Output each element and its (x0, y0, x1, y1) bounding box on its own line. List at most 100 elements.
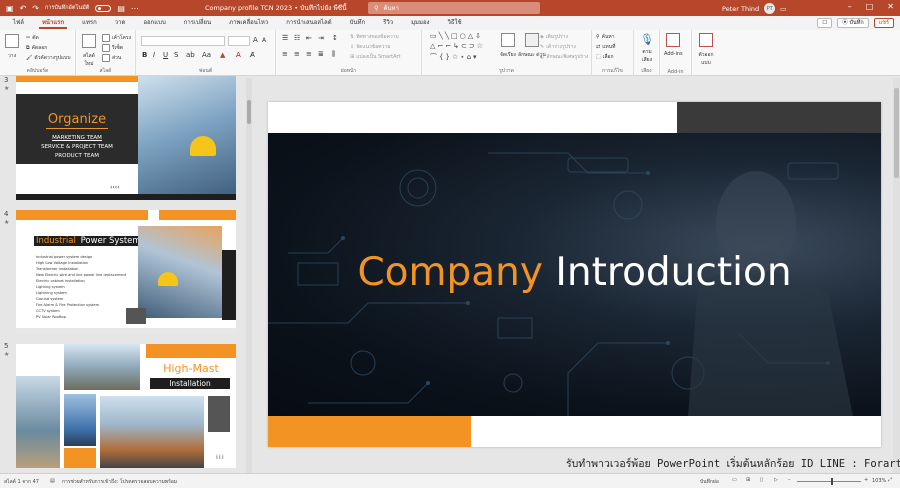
comments-button[interactable]: ☐ (817, 18, 833, 28)
normal-view-icon[interactable]: ▭ (732, 477, 737, 483)
addins-button[interactable]: Add-ins (664, 33, 683, 57)
slide-thumbnails-pane[interactable]: 3 ★ Organize MARKETING TEAM SERVICE & PR… (0, 76, 252, 473)
minimize-icon[interactable]: – (848, 2, 852, 11)
tab-help[interactable]: วิธีใช้ (438, 16, 470, 30)
close-icon[interactable]: ✕ (887, 2, 894, 11)
line-spacing-icon[interactable]: ↕ (332, 34, 338, 42)
ribbon-display-icon[interactable]: ▭ (780, 5, 786, 13)
font-name-select[interactable] (141, 36, 225, 46)
section-button[interactable]: ส่วน (102, 54, 121, 62)
shape-outline-label: เค้าร่างรูปร่าง (546, 44, 576, 50)
tab-file[interactable]: ไฟล์ (4, 16, 33, 30)
reading-view-icon[interactable]: ▯ (760, 477, 763, 483)
designer-button[interactable]: ตัวออก แบบ (696, 33, 716, 67)
hardhat-shape (190, 136, 216, 156)
zoom-in-icon[interactable]: + (864, 477, 868, 483)
columns-icon[interactable]: ⫼ (332, 50, 335, 59)
shapes-gallery-icon[interactable]: ▭╲╲□○△⇩ (430, 32, 483, 40)
slide-scrollbar[interactable] (893, 78, 900, 473)
replace-button[interactable]: ⇄ แทนที่ (596, 43, 615, 51)
cut-button[interactable]: ✂ ตัด (26, 34, 39, 42)
dictate-button[interactable]: 🎙 ตาม เสียง (638, 33, 656, 64)
shape-effects-button[interactable]: ◐ ลักษณะพิเศษรูปร่าง (540, 53, 588, 61)
tab-transitions[interactable]: การเปลี่ยน (175, 16, 220, 30)
tab-slideshow[interactable]: การนำเสนอสไลด์ (277, 16, 340, 30)
reset-button[interactable]: รีเซ็ต (102, 44, 123, 52)
find-button[interactable]: ⚲ ค้นหา (596, 33, 615, 41)
align-text-button[interactable]: ⇳ จัดแนวข้อความ (350, 43, 391, 51)
fit-slide-icon[interactable]: ⤢ (888, 477, 892, 483)
justify-icon[interactable]: ≣ (318, 50, 324, 58)
spellcheck-icon[interactable]: ▤ (50, 478, 55, 484)
zoom-out-icon[interactable]: – (788, 477, 791, 483)
shapes-gallery-icon[interactable]: △⌐⌐↳⊂⊃☆ (430, 42, 485, 50)
tab-design[interactable]: ออกแบบ (134, 16, 174, 30)
clear-format-icon[interactable]: A̸ (250, 51, 255, 59)
record-button[interactable]: ⦿ บันทึก (837, 18, 869, 28)
format-painter-button[interactable]: 🖌 ตัวคัดวางรูปแบบ (26, 54, 71, 62)
paste-button[interactable]: วาง (5, 34, 19, 60)
search-box[interactable]: ⚲ ค้นหา (368, 2, 540, 14)
tab-record[interactable]: บันทึก (341, 16, 375, 30)
new-slide-button[interactable]: สไลด์ ใหม่ (80, 34, 98, 68)
bullets-icon[interactable]: ☰ (282, 34, 288, 42)
underline-button[interactable]: U (163, 51, 168, 59)
redo-icon[interactable]: ↷ (32, 4, 39, 13)
autosave-toggle[interactable] (95, 4, 112, 12)
zoom-level[interactable]: 103% (872, 478, 886, 484)
scrollbar-thumb[interactable] (247, 100, 251, 124)
spacing-icon[interactable]: ab (186, 51, 195, 59)
text-direction-button[interactable]: ⇅ ทิศทางของข้อความ (350, 33, 399, 41)
align-right-icon[interactable]: ≡ (306, 50, 312, 58)
decrease-indent-icon[interactable]: ⇤ (306, 34, 312, 42)
slide-title[interactable]: Company Introduction (268, 250, 881, 295)
highlight-icon[interactable]: ▲ (220, 51, 225, 59)
copy-button[interactable]: ⧉ คัดลอก (26, 44, 47, 52)
align-center-icon[interactable]: ≡ (294, 50, 300, 58)
case-icon[interactable]: Aa (202, 51, 211, 59)
slideshow-view-icon[interactable]: ▷ (774, 477, 778, 483)
slide-thumbnail-3[interactable]: Organize MARKETING TEAM SERVICE & PROJEC… (16, 76, 236, 200)
arrange-button[interactable]: จัดเรียง (500, 33, 516, 59)
accessibility-status[interactable]: การช่วยสำหรับการเข้าถึง: โปรดตรวจสอบความ… (62, 478, 177, 486)
layout-button[interactable]: เค้าโครง (102, 34, 131, 42)
numbering-icon[interactable]: ☷ (294, 34, 300, 42)
sorter-view-icon[interactable]: ⊞ (746, 477, 750, 483)
slide-thumbnail-4[interactable]: Industrial Power System Industrial power… (16, 210, 236, 334)
tab-draw[interactable]: วาด (106, 16, 135, 30)
save-icon[interactable]: ▣ (6, 4, 14, 13)
select-button[interactable]: ⬚ เลือก (596, 53, 614, 61)
increase-indent-icon[interactable]: ⇥ (318, 34, 324, 42)
bold-button[interactable]: B (142, 51, 147, 59)
maximize-icon[interactable]: □ (866, 2, 874, 11)
tab-animations[interactable]: ภาพเคลื่อนไหว (220, 16, 277, 30)
font-size-select[interactable] (228, 36, 250, 46)
tab-home[interactable]: หน้าแรก (33, 16, 73, 30)
font-color-icon[interactable]: A (236, 51, 241, 59)
slide-thumbnail-5[interactable]: High-Mast Installation ⁞⁞⁞ (16, 344, 236, 468)
undo-icon[interactable]: ↶ (20, 4, 27, 13)
main-slide-canvas[interactable]: Company Introduction (268, 102, 881, 447)
smartart-button[interactable]: ⊞ แปลงเป็น SmartArt (350, 53, 401, 61)
shape-fill-button[interactable]: ◈ เติมรูปร่าง (540, 33, 568, 41)
thumbnails-scrollbar[interactable] (246, 78, 252, 473)
zoom-slider-thumb[interactable] (831, 478, 833, 485)
align-left-icon[interactable]: ≡ (282, 50, 288, 58)
scrollbar-thumb[interactable] (894, 88, 899, 178)
save-disk-icon[interactable]: ▤ (117, 4, 125, 13)
zoom-slider[interactable] (797, 478, 861, 485)
tab-insert[interactable]: แทรก (73, 16, 106, 30)
strikethrough-button[interactable]: S (174, 51, 178, 59)
grow-font-icon[interactable]: A (253, 36, 258, 44)
italic-button[interactable]: I (153, 51, 155, 59)
customize-icon[interactable]: ⋯ (131, 4, 139, 13)
tab-view[interactable]: มุมมอง (402, 16, 438, 30)
share-button[interactable]: แชร์ (873, 18, 894, 28)
shapes-gallery-icon[interactable]: ⌒{}☆⋆⌂▾ (430, 52, 479, 62)
notes-button[interactable]: บันทึกย่อ (700, 478, 719, 486)
tab-review[interactable]: รีวิว (374, 16, 402, 30)
title-company: Company (357, 250, 543, 295)
shrink-font-icon[interactable]: A (262, 37, 266, 44)
shape-outline-button[interactable]: ✎ เค้าร่างรูปร่าง (540, 43, 576, 51)
user-account[interactable]: Peter Thind PT ▭ (722, 3, 786, 14)
